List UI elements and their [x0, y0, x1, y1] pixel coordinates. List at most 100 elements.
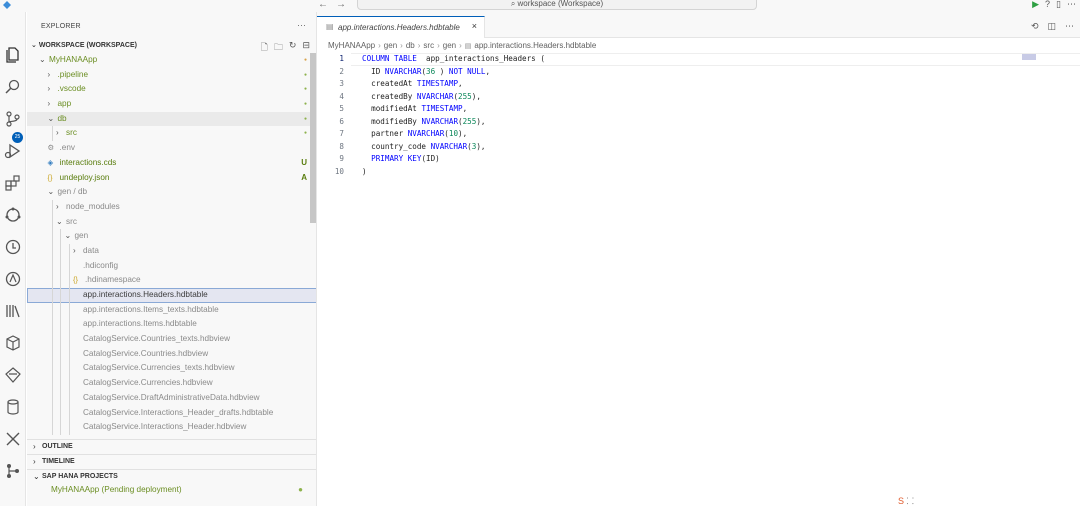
tree-item[interactable]: app.interactions.Items.hdbtable: [27, 317, 316, 333]
tree-item[interactable]: › src ●: [27, 126, 316, 142]
indent-guide: [51, 346, 53, 362]
workspace-header[interactable]: ⌄ WORKSPACE (WORKSPACE): [31, 41, 137, 49]
breadcrumb-item[interactable]: app.interactions.Headers.hdbtable: [474, 41, 596, 50]
breadcrumb-item[interactable]: db: [406, 41, 415, 50]
tree-item-label: CatalogService.DraftAdministrativeData.h…: [83, 392, 260, 402]
git-graph-icon[interactable]: [4, 462, 22, 480]
sap-icon[interactable]: [4, 270, 22, 288]
chevron-right-icon: ›: [400, 41, 403, 50]
explorer-sidebar: EXPLORER ··· ⌄ WORKSPACE (WORKSPACE) 🗋 🗀…: [27, 12, 317, 506]
tree-item[interactable]: {} undeploy.json A: [27, 171, 316, 186]
explorer-more-button[interactable]: ···: [297, 20, 306, 30]
nav-back-button[interactable]: ←: [318, 0, 336, 10]
layout-icon[interactable]: ▯: [1056, 0, 1061, 10]
library-icon[interactable]: [4, 302, 22, 320]
tree-item[interactable]: {} .hdinamespace: [27, 273, 316, 288]
source-control-icon[interactable]: [4, 110, 22, 128]
sap-status-icon[interactable]: S ⸬: [898, 494, 914, 506]
code-token: (: [540, 54, 545, 63]
command-center[interactable]: ⌕ workspace (Workspace): [357, 0, 757, 10]
tree-item[interactable]: ⌄ gen / db: [27, 185, 316, 200]
tree-item-label: MyHANAApp: [49, 55, 98, 64]
minimap-slider[interactable]: [1022, 54, 1036, 60]
code-token: ID: [362, 66, 385, 76]
code-token: ,: [462, 104, 468, 113]
breadcrumb-item[interactable]: gen: [443, 41, 456, 50]
extensions-icon[interactable]: [4, 174, 22, 192]
tree-item[interactable]: CatalogService.Countries_texts.hdbview: [27, 332, 316, 347]
tree-item-label: .env: [59, 143, 75, 153]
code-text: COLUMN TABLE app_interactions_Headers (: [362, 53, 545, 66]
tree-item[interactable]: CatalogService.Countries.hdbview: [27, 346, 316, 362]
tree-item[interactable]: › .pipeline ●: [27, 68, 316, 83]
breadcrumb-item[interactable]: MyHANAApp: [328, 41, 375, 50]
tree-item[interactable]: ⌄ MyHANAApp ●: [27, 53, 316, 68]
outline-label: OUTLINE: [42, 443, 73, 450]
tree-item[interactable]: ⌄ gen: [27, 229, 316, 244]
tree-item[interactable]: ◈ interactions.cds U: [27, 156, 316, 171]
file-tree: ⌄ MyHANAApp ● › .pipeline ● › .vscode ● › app ● ⌄ db ●…: [27, 53, 316, 435]
close-icon[interactable]: ×: [472, 21, 477, 31]
editor-actions: ⟲ ◫ ⋯: [1031, 21, 1074, 32]
git-status-badge: ●: [303, 130, 307, 137]
tree-item[interactable]: ⌄ db ●: [27, 111, 316, 127]
tree-item[interactable]: CatalogService.Interactions_Header.hdbvi…: [27, 420, 316, 435]
sidebar-scrollbar[interactable]: [310, 53, 316, 223]
run-debug-icon[interactable]: [4, 142, 22, 160]
tree-item[interactable]: ⚙ .env: [27, 141, 316, 156]
code-editor[interactable]: 1 COLUMN TABLE app_interactions_Headers (…: [317, 53, 1080, 178]
breadcrumb-item[interactable]: src: [423, 41, 434, 50]
tab-headers-hdbtable[interactable]: ▤ app.interactions.Headers.hdbtable ×: [317, 16, 485, 38]
tree-item[interactable]: .hdiconfig: [27, 258, 316, 274]
tree-item[interactable]: app.interactions.Items_texts.hdbtable: [27, 302, 316, 318]
indent-guide: [60, 302, 61, 318]
package-icon[interactable]: [4, 334, 22, 352]
breadcrumb-item[interactable]: gen: [384, 41, 397, 50]
file-icon: ▤: [326, 22, 334, 31]
code-token: ,: [458, 79, 463, 88]
more-icon[interactable]: ⋯: [1067, 0, 1076, 10]
indent-guide: [51, 420, 53, 435]
help-icon[interactable]: ?: [1045, 0, 1050, 10]
tree-item[interactable]: › node_modules: [27, 199, 316, 215]
tree-item[interactable]: CatalogService.Currencies.hdbview: [27, 376, 316, 391]
search-icon[interactable]: [4, 78, 22, 96]
nav-forward-button[interactable]: →: [336, 0, 354, 10]
more-actions-icon[interactable]: ⋯: [1065, 21, 1074, 32]
indent-guide: [68, 288, 70, 303]
tree-item[interactable]: CatalogService.DraftAdministrativeData.h…: [27, 390, 316, 406]
history-icon[interactable]: ⟲: [1031, 21, 1039, 32]
sap-hana-project-item[interactable]: MyHANAApp (Pending deployment) ●: [27, 483, 316, 498]
indent-guide: [60, 317, 61, 333]
indent-guide: [68, 390, 70, 406]
outline-section[interactable]: › OUTLINE: [27, 439, 316, 453]
cloud-foundry-icon[interactable]: [4, 238, 22, 256]
code-token: country_code: [362, 141, 431, 151]
tree-item-label: src: [66, 128, 77, 138]
explorer-icon[interactable]: [4, 46, 22, 64]
tools-icon[interactable]: [4, 430, 22, 448]
sap-hana-projects-section[interactable]: ⌄ SAP HANA PROJECTS: [27, 469, 316, 483]
database-icon[interactable]: [4, 398, 22, 416]
indent-guide: [60, 361, 61, 377]
tree-item[interactable]: CatalogService.Interactions_Header_draft…: [27, 405, 316, 421]
timeline-section[interactable]: › TIMELINE: [27, 454, 316, 468]
tree-item[interactable]: ⌄ src: [27, 214, 316, 230]
file-icon: ▤: [464, 43, 472, 50]
code-line: 7 partner NVARCHAR(10),: [317, 128, 1080, 141]
run-icon[interactable]: ▶: [1032, 0, 1039, 10]
split-editor-icon[interactable]: ◫: [1047, 21, 1056, 32]
tree-item-label: app.interactions.Items_texts.hdbtable: [83, 304, 219, 314]
line-number: 7: [339, 129, 344, 138]
code-token: NVARCHAR: [421, 116, 459, 126]
git-status-badge: ●: [303, 115, 307, 122]
tree-item[interactable]: › data: [27, 243, 316, 259]
tree-item[interactable]: app.interactions.Headers.hdbtable: [27, 288, 316, 303]
diamond-icon[interactable]: [4, 366, 22, 384]
code-token: 36: [426, 66, 436, 76]
remote-explorer-icon[interactable]: [4, 206, 22, 224]
tree-item[interactable]: › .vscode ●: [27, 82, 316, 97]
tree-item[interactable]: CatalogService.Currencies_texts.hdbview: [27, 361, 316, 377]
tree-item[interactable]: › app ●: [27, 97, 316, 112]
chevron-right-icon: ›: [459, 41, 462, 50]
